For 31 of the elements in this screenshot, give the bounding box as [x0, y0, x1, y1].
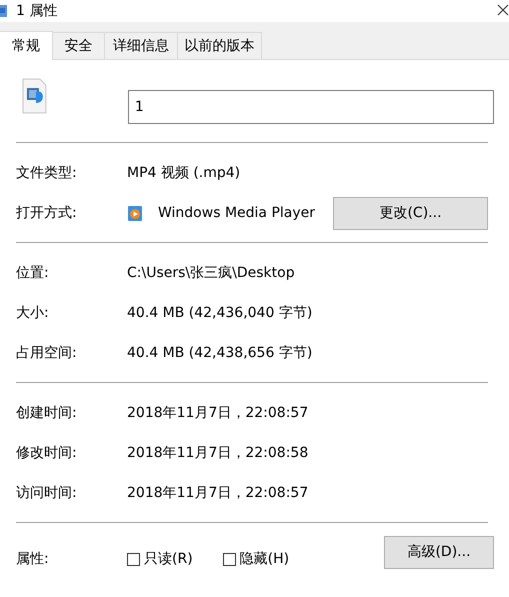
video-file-icon: [22, 78, 48, 115]
close-icon[interactable]: [496, 3, 509, 17]
field-label: 大小:: [16, 304, 50, 322]
field-value: 40.4 MB (42,436,040 字节): [127, 304, 312, 322]
window-title: 1 属性: [16, 2, 58, 20]
field-value: 40.4 MB (42,438,656 字节): [127, 344, 312, 362]
checkbox-box[interactable]: [222, 552, 236, 566]
field-label: 文件类型:: [16, 164, 78, 182]
checkbox[interactable]: 隐藏(H): [222, 550, 290, 568]
field-label: 修改时间:: [16, 444, 78, 462]
field-value: 2018年11月7日，22:08:57: [127, 484, 308, 502]
field-label: 打开方式:: [16, 204, 78, 222]
field-label: 创建时间:: [16, 404, 78, 422]
change-button[interactable]: 更改(C)...: [333, 196, 488, 230]
app-name: Windows Media Player: [158, 205, 316, 221]
field-label: 属性:: [16, 550, 50, 568]
advanced-button[interactable]: 高级(D)...: [384, 536, 494, 568]
field-value: MP4 视频 (.mp4): [127, 164, 240, 182]
file-icon: [0, 4, 8, 18]
field-label: 访问时间:: [16, 484, 78, 502]
field-value: C:\Users\张三疯\Desktop: [127, 264, 295, 282]
checkbox[interactable]: 只读(R): [127, 550, 193, 568]
media-player-icon: [127, 204, 144, 222]
checkbox-box[interactable]: [127, 552, 140, 566]
tab[interactable]: 以前的版本: [177, 32, 262, 59]
tab[interactable]: 常规: [0, 31, 53, 60]
field-label: 位置:: [16, 264, 50, 282]
field-value: 2018年11月7日，22:08:58: [127, 444, 308, 462]
file-name-field[interactable]: 1: [128, 90, 494, 124]
field-value: 2018年11月7日，22:08:57: [127, 404, 308, 422]
field-label: 占用空间:: [16, 344, 78, 362]
